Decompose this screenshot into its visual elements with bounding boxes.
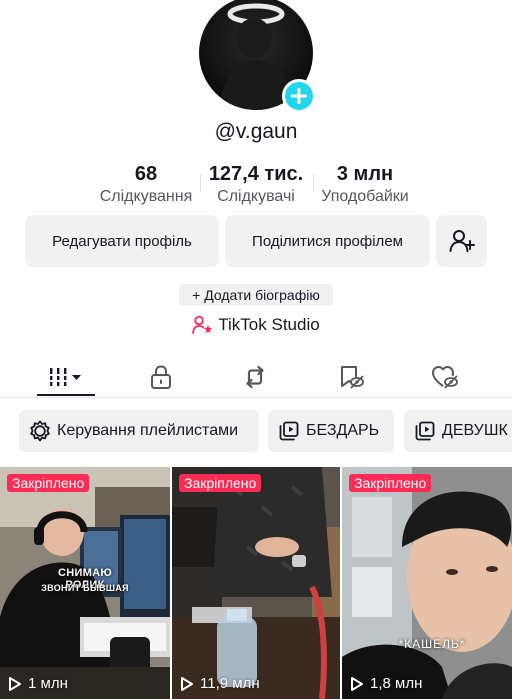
- stat-likes-label: Уподобайки: [321, 188, 409, 205]
- view-count-value: 1 млн: [28, 675, 68, 692]
- lock-icon: [151, 364, 171, 389]
- tab-private[interactable]: [140, 356, 182, 397]
- add-user-icon: [449, 230, 475, 252]
- view-count: 1,8 млн: [350, 675, 422, 692]
- stat-followers-label: Слідкувачі: [217, 188, 295, 205]
- tiktok-studio-link[interactable]: TikTok Studio: [0, 315, 512, 335]
- stat-following[interactable]: 68 Слідкування: [96, 162, 196, 208]
- view-count-value: 11,9 млн: [200, 675, 260, 692]
- video-grid: СНИМАЮ РОЛИК ЗВОНИТ БЫВШАЯ Закріплено 1 …: [0, 467, 512, 699]
- bookmark-eye-icon: [341, 365, 364, 389]
- play-icon: [181, 676, 193, 691]
- video-thumbnail[interactable]: *КАШЕЛЬ* Закріплено 1,8 млн: [342, 467, 512, 699]
- stat-followers-value: 127,4 тис.: [208, 163, 304, 185]
- playlist-chip-label: ДЕВУШК: [442, 422, 508, 439]
- add-avatar-button[interactable]: [282, 79, 316, 113]
- content-tabs: [0, 356, 512, 398]
- edit-profile-button[interactable]: Редагувати профіль: [25, 215, 219, 267]
- chevron-down-icon: [72, 374, 81, 380]
- stat-likes[interactable]: 3 млн Уподобайки: [316, 162, 414, 208]
- tab-reposts[interactable]: [234, 356, 276, 397]
- video-thumbnail[interactable]: СНИМАЮ РОЛИК ЗВОНИТ БЫВШАЯ Закріплено 1 …: [0, 467, 170, 699]
- plus-icon: [291, 88, 307, 104]
- tab-videos[interactable]: [37, 356, 95, 397]
- share-profile-button[interactable]: Поділитися профілем: [225, 215, 430, 267]
- stat-following-label: Слідкування: [99, 188, 193, 205]
- pinned-badge: Закріплено: [7, 474, 90, 492]
- stat-followers[interactable]: 127,4 тис. Слідкувачі: [203, 162, 309, 208]
- heart-eye-icon: [432, 365, 458, 389]
- gear-icon: [30, 420, 50, 442]
- add-friends-button[interactable]: [436, 215, 487, 267]
- stat-divider: [313, 174, 314, 192]
- manage-playlists-button[interactable]: Керування плейлистами: [19, 410, 259, 452]
- profile-avatar-wrap[interactable]: [199, 0, 316, 113]
- stat-following-value: 68: [134, 163, 158, 185]
- playlist-icon: [279, 421, 299, 441]
- username: @v.gaun: [214, 120, 298, 143]
- playlist-bar: Керування плейлистами БЕЗДАРЬ ДЕВУШК: [0, 410, 512, 454]
- active-tab-indicator: [37, 394, 95, 396]
- video-thumbnail-image: [172, 467, 340, 699]
- studio-label: TikTok Studio: [218, 315, 320, 334]
- play-icon: [9, 676, 21, 691]
- pinned-badge: Закріплено: [349, 474, 432, 492]
- repost-icon: [246, 365, 264, 388]
- stat-divider: [200, 174, 201, 192]
- playlist-chip[interactable]: БЕЗДАРЬ: [268, 410, 394, 452]
- grid-icon: [50, 367, 81, 386]
- video-thumbnail[interactable]: Закріплено 11,9 млн: [172, 467, 340, 699]
- play-icon: [351, 676, 363, 691]
- video-overlay-caption: *КАШЕЛЬ*: [398, 637, 466, 651]
- playlist-icon: [415, 421, 435, 441]
- view-count: 1 млн: [8, 675, 68, 692]
- stat-likes-value: 3 млн: [336, 163, 394, 185]
- tab-liked[interactable]: [424, 356, 466, 397]
- studio-person-star-icon: [192, 315, 213, 334]
- add-bio-button[interactable]: + Додати біографію: [179, 284, 333, 306]
- tab-favorites[interactable]: [330, 356, 372, 397]
- pinned-badge: Закріплено: [179, 474, 262, 492]
- view-count-value: 1,8 млн: [370, 675, 423, 692]
- view-count: 11,9 млн: [180, 675, 260, 692]
- manage-playlists-label: Керування плейлистами: [57, 422, 239, 439]
- video-thumbnail-image: [342, 467, 512, 699]
- playlist-chip[interactable]: ДЕВУШК: [404, 410, 512, 452]
- playlist-chip-label: БЕЗДАРЬ: [306, 422, 380, 439]
- video-overlay-subtitle: ЗВОНИТ БЫВШАЯ: [41, 583, 129, 593]
